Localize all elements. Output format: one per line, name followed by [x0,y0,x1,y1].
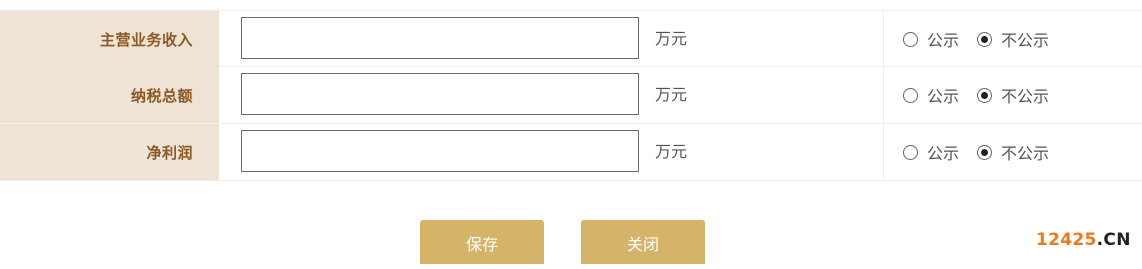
radio-button-unchecked[interactable] [903,31,918,47]
field-label-net-profit: 净利润 [146,143,193,162]
radio-button-checked[interactable] [977,144,993,160]
field-label-total-tax: 纳税总额 [130,86,193,105]
column-divider [883,67,884,123]
radio-button-unchecked[interactable] [903,144,918,160]
site-watermark-logo: 12425.CN [1036,230,1131,250]
radio-label-not-public: 不公示 [1001,87,1050,106]
unit-label: 万元 [655,142,688,161]
radio-label-public: 公示 [927,31,960,50]
radio-button-checked[interactable] [977,31,993,47]
form-row-main-revenue: 主营业务收入 万元 公示 不公示 [0,10,1142,67]
radio-not-public[interactable]: 不公示 [977,83,1049,107]
radio-label-public: 公示 [927,87,960,106]
unit-label: 万元 [655,29,688,48]
radio-not-public[interactable]: 不公示 [977,140,1049,164]
field-label-main-revenue: 主营业务收入 [99,30,193,49]
publicity-radio-group: 公示 不公示 [903,124,1049,180]
close-button[interactable]: 关闭 [581,220,705,264]
label-cell: 纳税总额 [0,67,219,123]
publicity-radio-group: 公示 不公示 [903,11,1049,67]
total-tax-input[interactable] [241,73,639,115]
column-divider [883,124,884,180]
form-row-total-tax: 纳税总额 万元 公示 不公示 [0,67,1142,124]
label-cell: 主营业务收入 [0,11,219,67]
main-revenue-input[interactable] [241,17,639,59]
radio-public[interactable]: 公示 [903,83,959,107]
radio-label-not-public: 不公示 [1001,31,1050,50]
save-button[interactable]: 保存 [420,220,544,264]
watermark-domain: .CN [1096,230,1131,250]
form-row-net-profit: 净利润 万元 公示 不公示 [0,124,1142,181]
radio-not-public[interactable]: 不公示 [977,27,1049,51]
publicity-radio-group: 公示 不公示 [903,67,1049,123]
radio-label-public: 公示 [927,144,960,163]
radio-button-unchecked[interactable] [903,87,918,103]
radio-button-checked[interactable] [977,87,993,103]
radio-public[interactable]: 公示 [903,140,959,164]
column-divider [883,11,884,67]
watermark-number: 12425 [1036,230,1097,250]
label-cell: 净利润 [0,124,219,180]
unit-label: 万元 [655,85,688,104]
radio-public[interactable]: 公示 [903,27,959,51]
radio-label-not-public: 不公示 [1001,144,1050,163]
net-profit-input[interactable] [241,130,639,172]
